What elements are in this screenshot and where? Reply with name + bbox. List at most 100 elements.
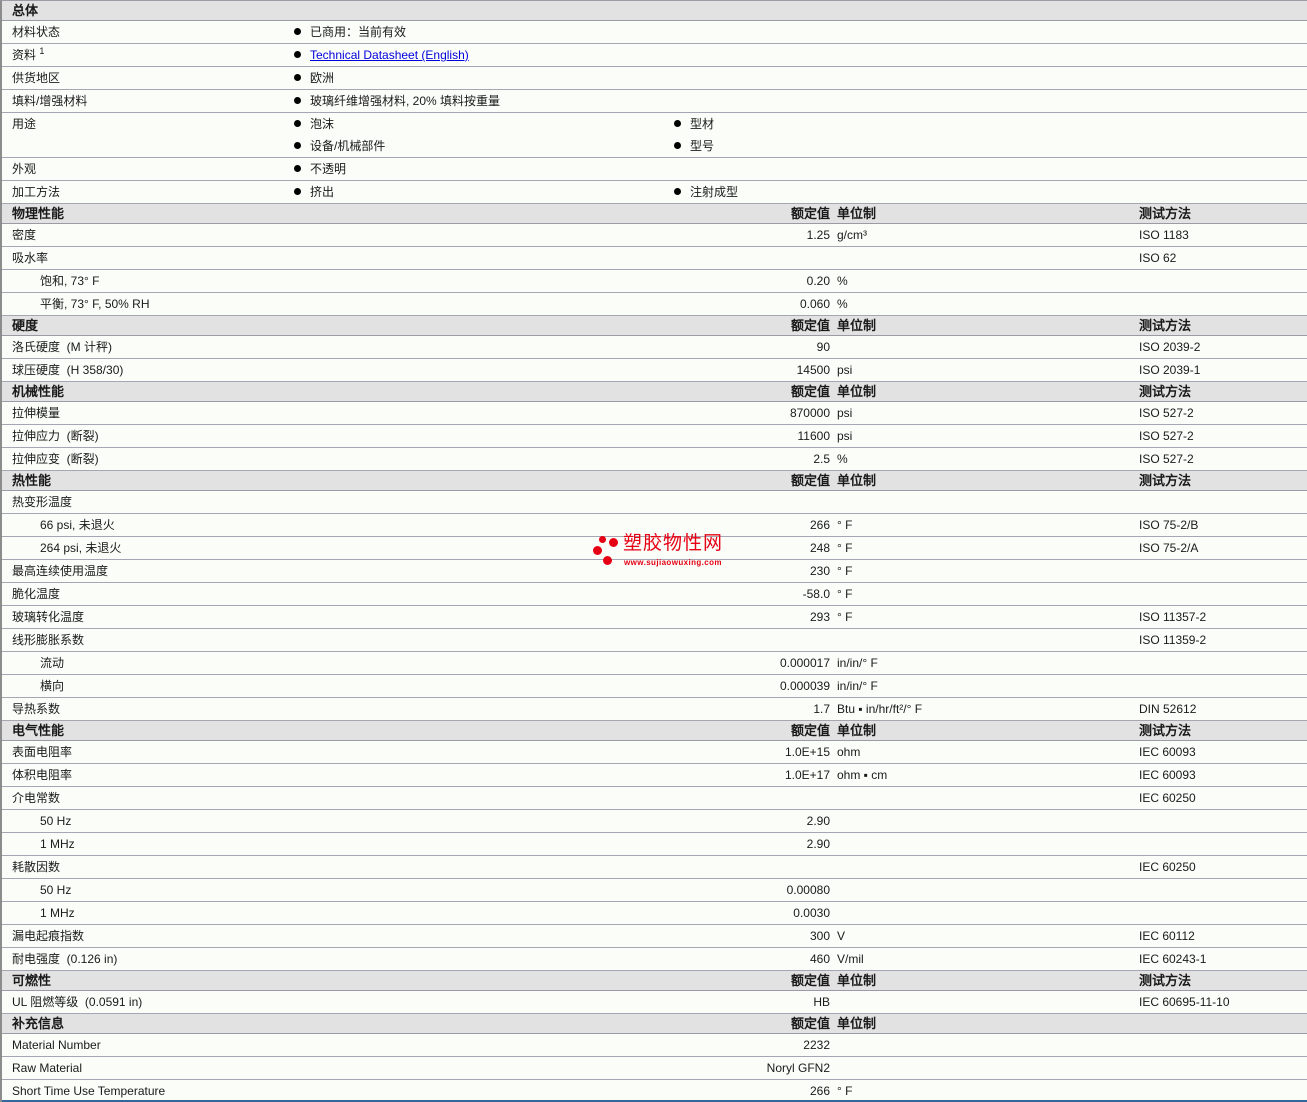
property-row: 线形膨胀系数ISO 11359-2	[2, 629, 1307, 652]
property-unit: %	[837, 293, 848, 315]
bullet-text: 型号	[690, 139, 714, 153]
property-value: 1.25	[642, 224, 830, 246]
column-header-rated-value: 额定值	[642, 721, 830, 740]
bullet-icon	[674, 142, 681, 149]
property-label: 洛氏硬度 (M 计秤)	[12, 336, 112, 358]
bullet-item: 玻璃纤维增强材料, 20% 填料按重量	[294, 90, 500, 112]
property-row: 体积电阻率1.0E+17ohm ▪ cmIEC 60093	[2, 764, 1307, 787]
property-label: Material Number	[12, 1034, 101, 1056]
property-row: 50 Hz0.00080	[2, 879, 1307, 902]
property-value: 0.0030	[642, 902, 830, 924]
property-value: 266	[642, 514, 830, 536]
property-label: 50 Hz	[40, 810, 71, 832]
property-row: 资料 1 Technical Datasheet (English)	[2, 44, 1307, 67]
property-row: 平衡, 73° F, 50% RH0.060%	[2, 293, 1307, 316]
column-header-unit: 单位制	[837, 971, 876, 990]
column-header-test-method: 测试方法	[1139, 316, 1191, 335]
property-label: 漏电起痕指数	[12, 925, 84, 947]
property-row: 横向0.000039in/in/° F	[2, 675, 1307, 698]
property-label: 66 psi, 未退火	[40, 514, 115, 536]
section-title: 电气性能	[12, 721, 64, 740]
property-row: 洛氏硬度 (M 计秤) 90 ISO 2039-2	[2, 336, 1307, 359]
bullet-icon	[674, 120, 681, 127]
property-row: 供货地区欧洲	[2, 67, 1307, 90]
property-row: 1 MHz0.0030	[2, 902, 1307, 925]
property-unit: psi	[837, 425, 852, 447]
property-value: Noryl GFN2	[642, 1057, 830, 1079]
test-method: IEC 60250	[1139, 787, 1196, 809]
property-row: 加工方法 挤出 注射成型	[2, 181, 1307, 204]
property-value: 870000	[642, 402, 830, 424]
property-unit: %	[837, 448, 848, 470]
bullet-icon	[294, 165, 301, 172]
property-label: 流动	[40, 652, 64, 674]
bullet-text: 注射成型	[690, 185, 738, 199]
section-header: 热性能额定值单位制测试方法	[2, 471, 1307, 491]
property-value: 460	[642, 948, 830, 970]
property-unit: Btu ▪ in/hr/ft²/° F	[837, 698, 922, 720]
column-header-rated-value: 额定值	[642, 1014, 830, 1033]
section-title: 机械性能	[12, 382, 64, 401]
property-unit: V/mil	[837, 948, 864, 970]
property-value: 0.00080	[642, 879, 830, 901]
property-label: 外观	[12, 158, 36, 180]
property-unit: ohm ▪ cm	[837, 764, 887, 786]
property-row: 1 MHz2.90	[2, 833, 1307, 856]
property-label: UL 阻燃等级 (0.0591 in)	[12, 991, 142, 1013]
test-method: ISO 2039-2	[1139, 336, 1200, 358]
property-row: 热变形温度	[2, 491, 1307, 514]
property-row: 介电常数IEC 60250	[2, 787, 1307, 810]
label-superscript: 1	[39, 46, 44, 56]
test-method: ISO 1183	[1139, 224, 1189, 246]
bullet-item: 型号	[674, 135, 714, 157]
property-value: 230	[642, 560, 830, 582]
bullet-item: 注射成型	[674, 181, 738, 203]
column-header-rated-value: 额定值	[642, 316, 830, 335]
bullet-text: 欧洲	[310, 71, 334, 85]
section-title: 可燃性	[12, 971, 51, 990]
property-value: 0.060	[642, 293, 830, 315]
property-label: 耐电强度 (0.126 in)	[12, 948, 117, 970]
property-unit: in/in/° F	[837, 652, 878, 674]
property-row: 耗散因数IEC 60250	[2, 856, 1307, 879]
property-row: 饱和, 73° F0.20%	[2, 270, 1307, 293]
bullet-item: 已商用：当前有效	[294, 21, 406, 43]
test-method: IEC 60093	[1139, 741, 1196, 763]
test-method: ISO 62	[1139, 247, 1176, 269]
property-row: 最高连续使用温度230° F	[2, 560, 1307, 583]
property-label: 加工方法	[12, 181, 60, 203]
property-label: 1 MHz	[40, 833, 75, 855]
property-row: 拉伸应变 (断裂)2.5%ISO 527-2	[2, 448, 1307, 471]
bullet-icon	[294, 28, 301, 35]
section-title: 总体	[12, 1, 38, 20]
property-unit: ° F	[837, 583, 852, 605]
property-label: 玻璃转化温度	[12, 606, 84, 628]
bullet-text: 设备/机械部件	[310, 139, 385, 153]
property-row: 吸水率 ISO 62	[2, 247, 1307, 270]
property-label: Raw Material	[12, 1057, 82, 1079]
property-label: 体积电阻率	[12, 764, 72, 786]
test-method: ISO 2039-1	[1139, 359, 1200, 381]
property-value: 90	[642, 336, 830, 358]
bullet-item: 挤出	[294, 181, 334, 203]
bullet-icon	[294, 142, 301, 149]
property-label: 横向	[40, 675, 64, 697]
property-label: 吸水率	[12, 247, 48, 269]
property-label: 线形膨胀系数	[12, 629, 84, 651]
property-label: 拉伸模量	[12, 402, 60, 424]
property-label: 资料 1	[12, 44, 44, 66]
property-label: 球压硬度 (H 358/30)	[12, 359, 123, 381]
test-method: ISO 527-2	[1139, 402, 1194, 424]
property-unit: psi	[837, 402, 852, 424]
section-title: 硬度	[12, 316, 38, 335]
technical-datasheet-link[interactable]: Technical Datasheet (English)	[310, 48, 469, 62]
property-row: 导热系数1.7Btu ▪ in/hr/ft²/° FDIN 52612	[2, 698, 1307, 721]
section-header: 机械性能额定值单位制测试方法	[2, 382, 1307, 402]
bullet-text: 已商用：当前有效	[310, 25, 406, 39]
bullet-text: 泡沫	[310, 117, 334, 131]
property-label: 264 psi, 未退火	[40, 537, 121, 559]
bullet-item: 型材	[674, 113, 714, 135]
property-row: Material Number2232	[2, 1034, 1307, 1057]
property-row: 球压硬度 (H 358/30)14500psiISO 2039-1	[2, 359, 1307, 382]
bullet-icon	[294, 51, 301, 58]
